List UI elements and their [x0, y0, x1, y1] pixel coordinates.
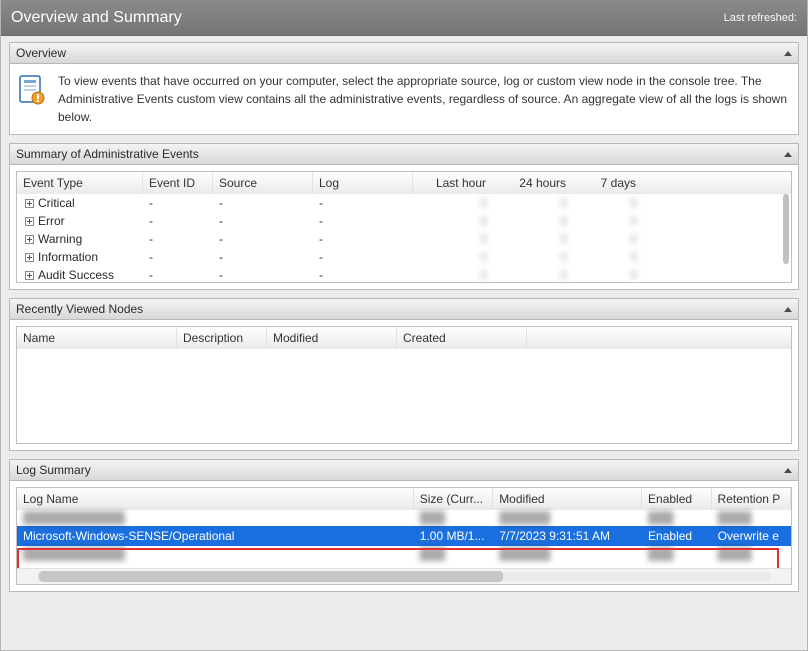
overview-header[interactable]: Overview: [9, 42, 799, 64]
col-modified[interactable]: Modified: [267, 327, 397, 349]
log-summary-columns[interactable]: Log Name Size (Curr... Modified Enabled …: [17, 488, 791, 510]
chevron-up-icon: [784, 152, 792, 157]
summary-header[interactable]: Summary of Administrative Events: [9, 143, 799, 165]
expand-icon[interactable]: [25, 199, 34, 208]
chevron-up-icon: [784, 51, 792, 56]
content-area: Overview To view events that have occ: [1, 36, 807, 650]
log-summary-rows: ████████████████████████████ Microsoft-W…: [17, 510, 791, 562]
cell-retention: Overwrite e: [712, 529, 791, 543]
recent-header[interactable]: Recently Viewed Nodes: [9, 298, 799, 320]
table-row[interactable]: Critical---000: [17, 194, 791, 212]
col-log[interactable]: Log: [313, 172, 413, 194]
table-row[interactable]: Error---000: [17, 212, 791, 230]
log-summary-header-label: Log Summary: [16, 463, 784, 477]
title-bar: Overview and Summary Last refreshed:: [1, 0, 807, 36]
summary-body: Event Type Event ID Source Log Last hour…: [9, 165, 799, 290]
col-log-name[interactable]: Log Name: [17, 488, 414, 510]
overview-text: To view events that have occurred on you…: [58, 72, 790, 126]
event-viewer-icon: [18, 74, 46, 106]
scrollbar-thumb[interactable]: [39, 571, 503, 582]
scrollbar-thumb[interactable]: [783, 194, 789, 264]
event-type-label: Error: [38, 214, 65, 228]
col-modified[interactable]: Modified: [493, 488, 642, 510]
table-row-selected[interactable]: Microsoft-Windows-SENSE/Operational 1.00…: [17, 526, 791, 546]
cell-modified: 7/7/2023 9:31:51 AM: [493, 529, 642, 543]
col-last-hour[interactable]: Last hour: [413, 172, 493, 194]
cell-log-name: Microsoft-Windows-SENSE/Operational: [17, 529, 414, 543]
table-row[interactable]: Audit Success---000: [17, 266, 791, 283]
log-summary-listview[interactable]: Log Name Size (Curr... Modified Enabled …: [16, 487, 792, 585]
summary-listview[interactable]: Event Type Event ID Source Log Last hour…: [16, 171, 792, 283]
expand-icon[interactable]: [25, 235, 34, 244]
recent-header-label: Recently Viewed Nodes: [16, 302, 784, 316]
recent-body: Name Description Modified Created: [9, 320, 799, 451]
col-event-id[interactable]: Event ID: [143, 172, 213, 194]
table-row[interactable]: ████████████████████████████: [17, 546, 791, 562]
col-7-days[interactable]: 7 days: [573, 172, 643, 194]
summary-header-label: Summary of Administrative Events: [16, 147, 784, 161]
overview-body: To view events that have occurred on you…: [9, 64, 799, 135]
col-24-hours[interactable]: 24 hours: [493, 172, 573, 194]
log-summary-header[interactable]: Log Summary: [9, 459, 799, 481]
table-row[interactable]: Information---000: [17, 248, 791, 266]
log-summary-body: Log Name Size (Curr... Modified Enabled …: [9, 481, 799, 592]
log-summary-section: Log Summary Log Name Size (Curr... Modif…: [9, 459, 799, 592]
recent-section: Recently Viewed Nodes Name Description M…: [9, 298, 799, 451]
col-enabled[interactable]: Enabled: [642, 488, 712, 510]
event-type-label: Critical: [38, 196, 75, 210]
page-title: Overview and Summary: [11, 9, 182, 27]
overview-section: Overview To view events that have occ: [9, 42, 799, 135]
last-refreshed-label: Last refreshed:: [724, 12, 797, 24]
expand-icon[interactable]: [25, 217, 34, 226]
overview-header-label: Overview: [16, 46, 784, 60]
horizontal-scrollbar[interactable]: [17, 568, 791, 584]
chevron-up-icon: [784, 307, 792, 312]
event-type-label: Warning: [38, 232, 82, 246]
cell-size: 1.00 MB/1...: [414, 529, 493, 543]
col-retention[interactable]: Retention P: [712, 488, 791, 510]
summary-rows: Critical---000Error---000Warning---000In…: [17, 194, 791, 283]
event-type-label: Audit Success: [38, 268, 114, 282]
col-created[interactable]: Created: [397, 327, 527, 349]
col-source[interactable]: Source: [213, 172, 313, 194]
col-name[interactable]: Name: [17, 327, 177, 349]
summary-columns[interactable]: Event Type Event ID Source Log Last hour…: [17, 172, 791, 194]
event-type-label: Information: [38, 250, 98, 264]
col-description[interactable]: Description: [177, 327, 267, 349]
expand-icon[interactable]: [25, 271, 34, 280]
table-row[interactable]: Warning---000: [17, 230, 791, 248]
table-row[interactable]: ████████████████████████████: [17, 510, 791, 526]
recent-listview[interactable]: Name Description Modified Created: [16, 326, 792, 444]
col-event-type[interactable]: Event Type: [17, 172, 143, 194]
cell-enabled: Enabled: [642, 529, 712, 543]
chevron-up-icon: [784, 468, 792, 473]
col-size[interactable]: Size (Curr...: [414, 488, 493, 510]
recent-columns[interactable]: Name Description Modified Created: [17, 327, 791, 349]
summary-section: Summary of Administrative Events Event T…: [9, 143, 799, 290]
expand-icon[interactable]: [25, 253, 34, 262]
